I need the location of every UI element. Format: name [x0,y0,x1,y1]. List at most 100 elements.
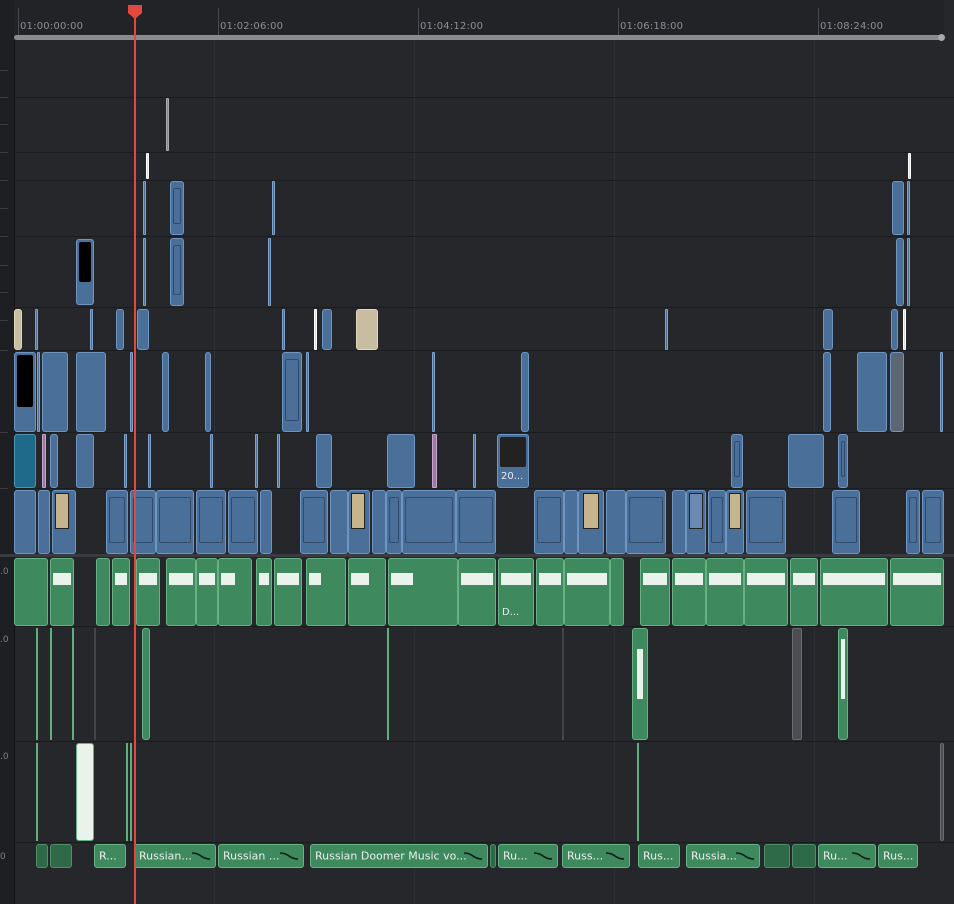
music-clip[interactable]: Russian... [134,844,216,868]
video-clip[interactable] [386,490,402,554]
video-clip[interactable] [940,352,943,432]
scrollbar-end-handle[interactable] [938,34,945,41]
video-clip[interactable] [143,181,146,235]
adjustment-clip[interactable] [432,434,437,488]
music-clip[interactable]: Rus... [878,844,918,868]
video-clip[interactable] [578,490,604,554]
video-clip[interactable] [166,98,169,151]
video-clip[interactable] [432,352,435,432]
audio-clip[interactable] [637,743,639,841]
audio-clip[interactable] [166,558,196,626]
audio-clip[interactable] [50,558,74,626]
video-clip[interactable] [255,434,258,488]
video-clip[interactable] [143,238,146,306]
video-clip[interactable] [228,490,258,554]
timeline-panel[interactable]: .0 .0 .0 0 01:00:00:00 01:02:06:00 01:04… [0,0,954,904]
video-clip[interactable] [37,352,40,432]
audio-clip[interactable] [72,628,74,740]
audio-clip[interactable] [790,558,818,626]
audio-clip[interactable] [14,558,48,626]
video-clip[interactable] [268,238,271,306]
video-clip[interactable]: 20... [497,434,529,488]
audio-clip[interactable] [610,558,624,626]
video-clip[interactable] [890,352,904,432]
video-clip[interactable] [14,490,36,554]
video-clip[interactable] [35,309,38,350]
video-clip[interactable] [857,352,887,432]
adjustment-clip[interactable] [42,434,46,488]
video-clip[interactable] [322,309,332,350]
video-clip[interactable] [907,181,910,235]
video-clip[interactable] [282,309,285,350]
video-clip[interactable] [606,490,626,554]
video-clip[interactable] [156,490,194,554]
video-clip[interactable] [896,238,904,306]
video-clip[interactable] [170,181,184,235]
video-clip[interactable] [52,490,76,554]
playhead-handle[interactable] [127,4,143,20]
music-clip[interactable]: Russian Doomer Music vo... [310,844,488,868]
video-clip[interactable] [838,434,848,488]
video-clip[interactable] [76,434,94,488]
video-clip[interactable] [106,490,128,554]
video-clip[interactable] [726,490,744,554]
video-clip[interactable] [277,434,280,488]
video-clip[interactable] [891,309,898,350]
audio-clip[interactable] [672,558,706,626]
video-clip[interactable] [731,434,743,488]
audio-clip[interactable] [640,558,670,626]
audio-clip[interactable] [820,558,888,626]
audio-clip-disabled[interactable] [792,628,802,740]
video-clip[interactable] [564,490,578,554]
audio-clip[interactable] [136,558,160,626]
music-clip[interactable] [764,844,790,868]
video-clip[interactable] [148,434,151,488]
audio-clip[interactable] [96,558,110,626]
audio-clip[interactable] [306,558,346,626]
video-clip[interactable] [42,352,68,432]
video-clip[interactable] [116,309,124,350]
video-clip[interactable] [456,490,496,554]
video-clip[interactable] [306,352,309,432]
audio-clip[interactable] [36,628,38,740]
music-clip[interactable]: Russian ... [218,844,304,868]
video-clip[interactable] [665,309,668,350]
audio-clip[interactable] [126,743,128,841]
audio-clip[interactable] [744,558,788,626]
video-clip[interactable] [162,352,169,432]
video-clip[interactable] [146,153,149,179]
video-clip[interactable] [521,352,529,432]
video-clip[interactable] [823,352,831,432]
audio-clip[interactable] [256,558,272,626]
video-clip[interactable] [90,309,93,350]
audio-clip[interactable] [94,628,96,740]
title-clip[interactable] [356,309,378,350]
video-clip[interactable] [907,238,910,306]
music-clip[interactable]: Russ... [562,844,630,868]
audio-clip[interactable] [130,743,132,841]
video-clip[interactable] [908,153,911,179]
timecode-ruler[interactable]: 01:00:00:00 01:02:06:00 01:04:12:00 01:0… [14,0,944,40]
audio-clip[interactable] [388,558,458,626]
video-clip[interactable] [626,490,666,554]
audio-clip[interactable] [838,628,848,740]
video-clip[interactable] [788,434,824,488]
video-clip[interactable] [76,239,94,305]
video-clip[interactable] [686,490,706,554]
audio-clip[interactable] [562,628,564,740]
video-clip[interactable] [832,490,860,554]
audio-clip[interactable] [348,558,386,626]
audio-clip[interactable] [632,628,648,740]
title-clip[interactable] [14,309,22,350]
audio-clip[interactable] [564,558,610,626]
audio-clip[interactable] [112,558,130,626]
video-clip[interactable] [272,181,275,235]
video-audio-divider[interactable] [0,554,954,557]
timeline-scrollbar[interactable] [14,35,942,40]
video-clip[interactable] [124,434,127,488]
video-clip[interactable] [892,181,904,235]
audio-clip[interactable] [890,558,944,626]
video-clip[interactable] [906,490,920,554]
video-clip[interactable] [210,434,213,488]
audio-clip[interactable] [76,743,94,841]
